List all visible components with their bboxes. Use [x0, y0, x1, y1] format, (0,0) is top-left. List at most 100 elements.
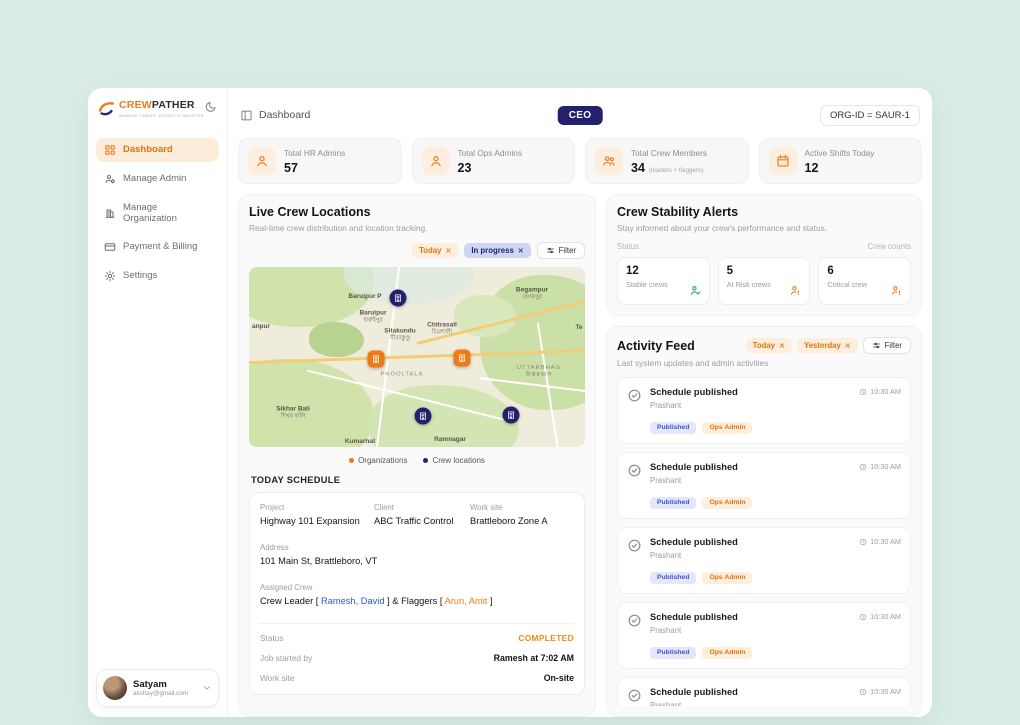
clock-icon	[859, 613, 867, 621]
place-name: PHOOLTALA	[381, 371, 424, 378]
sidebar-item-label: Payment & Billing	[123, 241, 197, 252]
badge-published: Published	[650, 422, 696, 434]
activity-filter-button[interactable]: Filter	[863, 337, 911, 354]
sidebar-item-dashboard[interactable]: Dashboard	[96, 138, 219, 162]
activity-item[interactable]: Schedule publishedPrashantPublishedOps A…	[617, 452, 911, 519]
crew-map[interactable]: Baruipur PBegampurবেগমপুরBaruipurবারুইপু…	[249, 267, 585, 447]
chip-remove-icon[interactable]: ✕	[518, 247, 524, 255]
job-started-label: Job started by	[260, 653, 312, 663]
user-profile[interactable]: Satyam akshay@gmail.com	[96, 669, 219, 707]
map-place-label: PHOOLTALA	[381, 371, 424, 378]
filter-chip-in-progress[interactable]: In progress ✕	[464, 243, 530, 258]
sliders-icon	[546, 246, 555, 255]
stat-label: Total Crew Members	[631, 148, 707, 158]
status-badge: COMPLETED	[518, 633, 574, 643]
chip-remove-icon[interactable]: ✕	[779, 342, 785, 350]
sidebar-nav: Dashboard Manage Admin Manage Organization…	[96, 138, 219, 288]
map-place-label: Te	[575, 324, 582, 332]
gear-icon	[104, 270, 116, 282]
sidebar-item-manage-organization[interactable]: Manage Organization	[96, 196, 219, 230]
check-circle-icon	[627, 688, 642, 703]
map-marker-organization[interactable]	[368, 351, 385, 368]
map-marker-crew[interactable]	[390, 290, 407, 307]
stat-card-active-shifts-today: Active Shifts Today12	[759, 138, 923, 184]
legend-label: Crew locations	[432, 456, 484, 465]
stat-icon-box	[422, 147, 450, 175]
stat-label: Active Shifts Today	[805, 148, 875, 158]
stat-icon-box	[595, 147, 623, 175]
activity-item-body: Schedule publishedPrashantPublishedOps A…	[650, 612, 758, 659]
live-crew-title: Live Crew Locations	[249, 205, 585, 219]
dark-mode-toggle[interactable]	[204, 100, 217, 114]
place-name: Begampur	[516, 286, 548, 294]
assigned-crew-value: Crew Leader [ Ramesh, David ] & Flaggers…	[260, 596, 574, 606]
stability-box-at-risk-crews: 5At Risk crews	[718, 257, 811, 305]
stat-value: 34(leaders + flaggers)	[631, 161, 707, 175]
activity-item-title: Schedule published	[650, 612, 758, 622]
building-icon	[372, 355, 381, 364]
divider	[260, 623, 574, 624]
building-icon	[507, 411, 516, 420]
schedule-row-address: Address 101 Main St, Brattleboro, VT	[260, 543, 574, 566]
filter-chip-today[interactable]: Today ✕	[746, 338, 792, 353]
map-place-label: Sikhar Baliশিখর বালি	[276, 405, 310, 420]
stability-counts-label: Crew counts	[868, 242, 911, 251]
live-crew-subtitle: Real-time crew distribution and location…	[249, 223, 585, 233]
avatar	[103, 676, 127, 700]
user-email: akshay@gmail.com	[133, 690, 188, 697]
chip-label: Today	[753, 341, 775, 350]
map-marker-crew[interactable]	[415, 408, 432, 425]
address-label: Address	[260, 543, 574, 552]
activity-item-body: Schedule publishedPrashantPublishedOps A…	[650, 462, 758, 509]
status-row: Status COMPLETED	[260, 628, 574, 648]
place-name: Baruipur P	[348, 293, 381, 301]
client-value: ABC Traffic Control	[374, 516, 464, 526]
activity-item[interactable]: Schedule publishedPrashantPublishedOps A…	[617, 677, 911, 706]
filter-chip-today[interactable]: Today✕	[412, 243, 458, 258]
time-text: 10:30 AM	[870, 537, 901, 546]
activity-item[interactable]: Schedule publishedPrashantPublishedOps A…	[617, 602, 911, 669]
activity-item-title: Schedule published	[650, 687, 758, 697]
map-place-label: Baruipurবারুইপুর	[359, 309, 386, 324]
filter-label: Filter	[559, 246, 576, 255]
users-icon	[602, 154, 616, 168]
sidebar-item-label: Settings	[123, 270, 157, 281]
building-icon	[394, 294, 403, 303]
place-name: Sitakundu	[384, 327, 415, 335]
assigned-crew-label: Assigned Crew	[260, 583, 574, 592]
stat-text: Total HR Admins57	[284, 148, 345, 175]
activity-title: Activity Feed	[617, 339, 695, 353]
address-value: 101 Main St, Brattleboro, VT	[260, 556, 574, 566]
sidebar-item-payment-billing[interactable]: Payment & Billing	[96, 235, 219, 259]
stat-card-total-crew-members: Total Crew Members 34(leaders + flaggers)	[585, 138, 749, 184]
legend-label: Organizations	[358, 456, 407, 465]
activity-item-author: Prashant	[650, 701, 758, 706]
sidebar-item-settings[interactable]: Settings	[96, 264, 219, 288]
stability-boxes: 12Stable crews5At Risk crews6Critical cr…	[617, 257, 911, 305]
stability-title: Crew Stability Alerts	[617, 205, 911, 219]
activity-card: Activity Feed Today✕Yesterday✕ Filter La…	[606, 326, 922, 717]
activity-item-author: Prashant	[650, 551, 758, 560]
activity-item-title: Schedule published	[650, 537, 758, 547]
map-marker-organization[interactable]	[454, 350, 471, 367]
breadcrumb[interactable]: Dashboard	[240, 109, 310, 122]
chevron-down-icon[interactable]	[202, 683, 212, 693]
live-crew-filter-button[interactable]: Filter	[537, 242, 585, 259]
map-marker-crew[interactable]	[503, 407, 520, 424]
chip-remove-icon[interactable]: ✕	[845, 342, 851, 350]
sidebar-item-label: Manage Admin	[123, 173, 186, 184]
chip-remove-icon[interactable]: ✕	[445, 247, 451, 255]
stat-label: Total Ops Admins	[458, 148, 523, 158]
map-place-label: Chitrasaliচিত্রশালী	[427, 321, 457, 336]
activity-item[interactable]: Schedule publishedPrashantPublishedOps A…	[617, 527, 911, 594]
chip-label: In progress	[471, 246, 513, 255]
badge-ops-admin: Ops Admin	[702, 422, 752, 434]
filter-chip-yesterday[interactable]: Yesterday✕	[797, 338, 858, 353]
brand-name: CREWPATHER	[119, 100, 204, 111]
sidebar-item-manage-admin[interactable]: Manage Admin	[96, 167, 219, 191]
activity-item[interactable]: Schedule publishedPrashantPublishedOps A…	[617, 377, 911, 444]
schedule-row-project: Project Highway 101 Expansion Client ABC…	[260, 503, 574, 526]
stat-text: Total Crew Members 34(leaders + flaggers)	[631, 148, 707, 175]
time-text: 10:30 AM	[870, 387, 901, 396]
badge-ops-admin: Ops Admin	[702, 497, 752, 509]
